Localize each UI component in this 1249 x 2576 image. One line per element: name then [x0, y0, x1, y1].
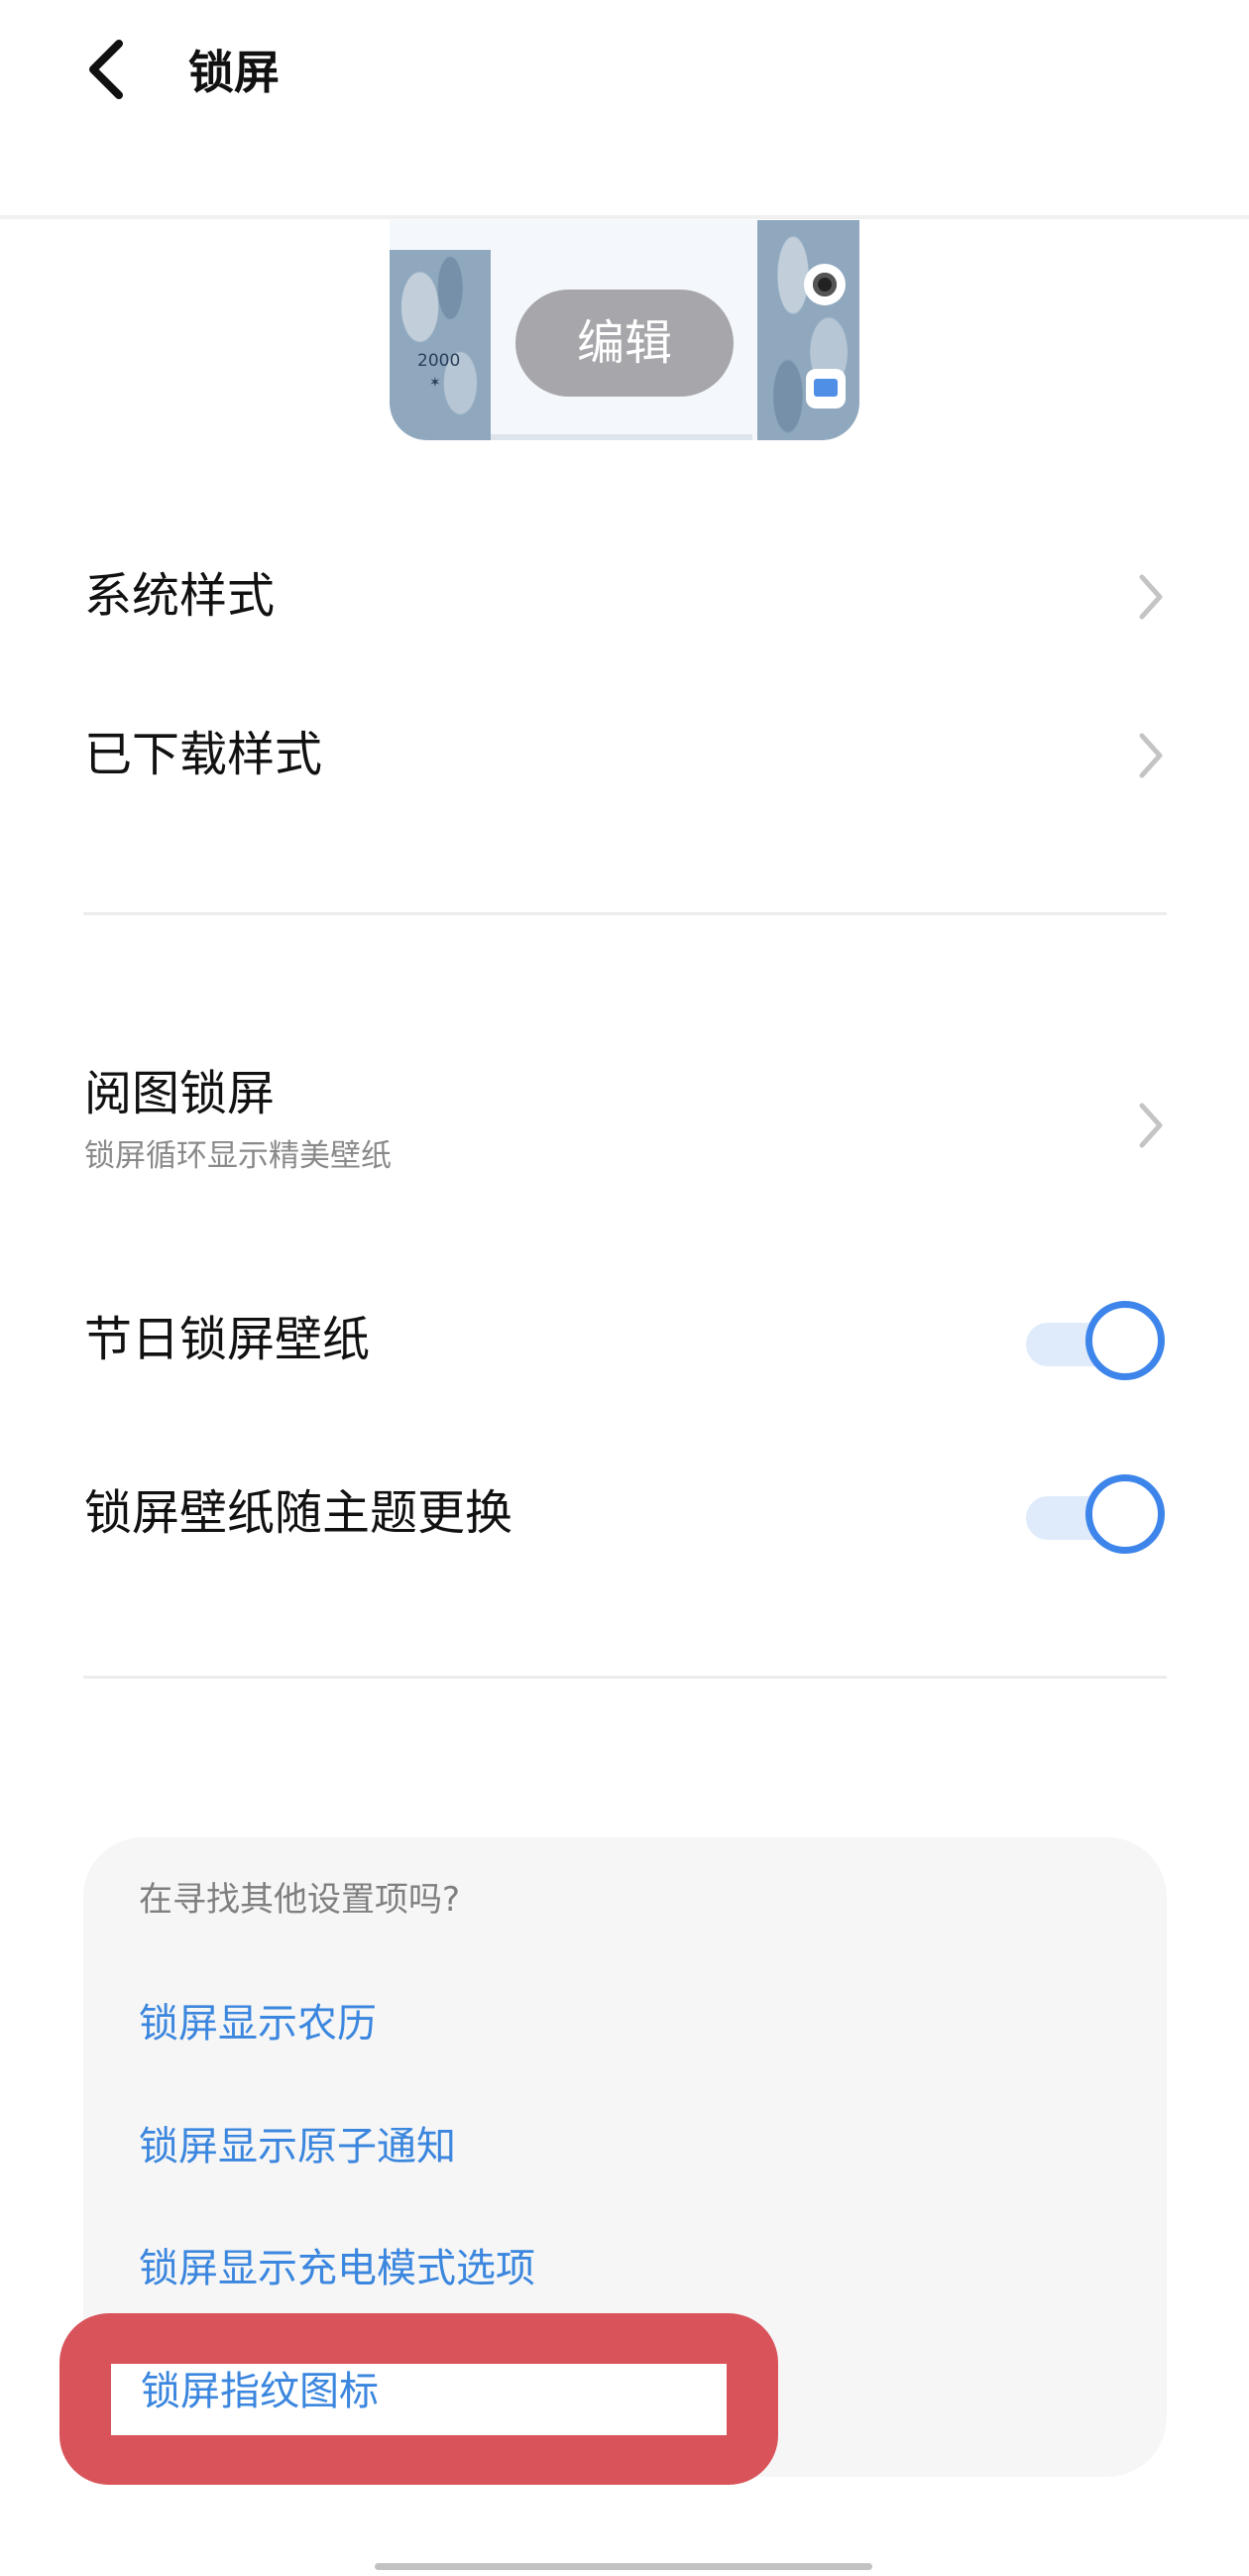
- follow-theme-label: 锁屏壁纸随主题更换: [84, 1485, 513, 1541]
- downloaded-styles-row[interactable]: 已下载样式: [0, 716, 1249, 835]
- preview-center-edge: [491, 434, 752, 440]
- suggestion-link-fingerprint-icon[interactable]: 锁屏指纹图标: [141, 2362, 379, 2421]
- system-styles-label: 系统样式: [84, 568, 276, 624]
- festival-wallpaper-toggle[interactable]: [1026, 1301, 1165, 1380]
- gallery-icon: [806, 369, 846, 409]
- suggestions-hint: 在寻找其他设置项吗?: [139, 1880, 461, 1920]
- section-divider: [83, 912, 1167, 915]
- chevron-left-icon: [89, 40, 123, 99]
- reader-lockscreen-label: 阅图锁屏: [84, 1066, 276, 1121]
- camera-icon: [804, 264, 846, 305]
- suggestion-link-atomic-notification[interactable]: 锁屏显示原子通知: [139, 2117, 456, 2176]
- toggle-knob: [1085, 1301, 1165, 1380]
- festival-wallpaper-label: 节日锁屏壁纸: [84, 1312, 371, 1367]
- chevron-right-icon: [1139, 1103, 1163, 1148]
- chevron-right-icon: [1139, 733, 1163, 778]
- wallpaper-thumbnail-left: 2000 ✶: [390, 250, 491, 440]
- header-divider: [0, 215, 1249, 219]
- follow-theme-row: 锁屏壁纸随主题更换: [0, 1472, 1249, 1556]
- suggestion-link-charging-mode[interactable]: 锁屏显示充电模式选项: [139, 2239, 535, 2298]
- home-indicator[interactable]: [375, 2563, 872, 2570]
- reader-lockscreen-subtitle: 锁屏循环显示精美壁纸: [84, 1138, 392, 1174]
- wallpaper-thumbnail-right: [757, 220, 859, 440]
- follow-theme-toggle[interactable]: [1026, 1474, 1165, 1554]
- lockscreen-preview[interactable]: 2000 ✶ 编辑: [390, 220, 859, 440]
- chevron-right-icon: [1139, 574, 1163, 620]
- festival-wallpaper-row: 节日锁屏壁纸: [0, 1299, 1249, 1382]
- back-button[interactable]: [69, 30, 149, 109]
- suggestion-link-lunar-calendar[interactable]: 锁屏显示农历: [139, 1994, 377, 2053]
- section-divider: [83, 1676, 1167, 1679]
- edit-button[interactable]: 编辑: [515, 290, 734, 397]
- reader-lockscreen-row[interactable]: 阅图锁屏 锁屏循环显示精美壁纸: [0, 1061, 1249, 1190]
- walking-figure-icon: ✶: [429, 375, 441, 391]
- toggle-knob: [1085, 1474, 1165, 1554]
- page-title: 锁屏: [188, 46, 280, 99]
- system-styles-row[interactable]: 系统样式: [0, 555, 1249, 674]
- preview-clock-text: 2000: [417, 351, 461, 371]
- downloaded-styles-label: 已下载样式: [84, 727, 323, 782]
